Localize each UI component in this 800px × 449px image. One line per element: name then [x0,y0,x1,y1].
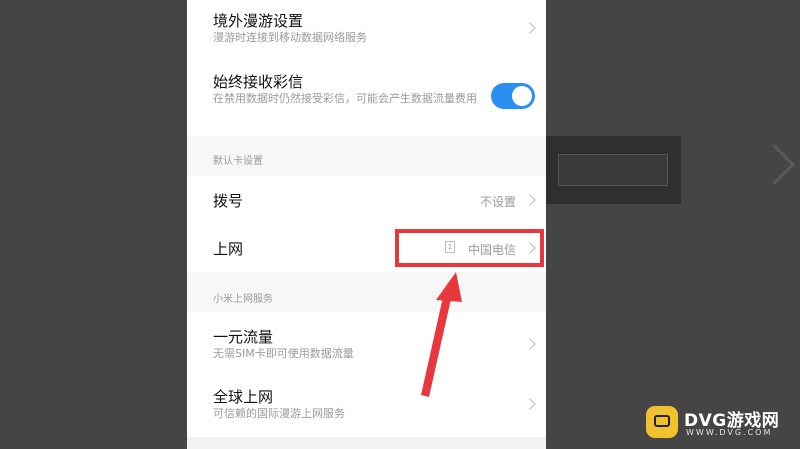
watermark-logo: DVG游戏网 WWW.DVG.COM [646,403,794,443]
gamepad-icon [646,406,678,438]
arrow-head [436,272,462,302]
arrow-shaft [421,288,453,397]
annotation-arrow-icon [421,272,462,397]
watermark-url: WWW.DVG.COM [686,428,773,437]
